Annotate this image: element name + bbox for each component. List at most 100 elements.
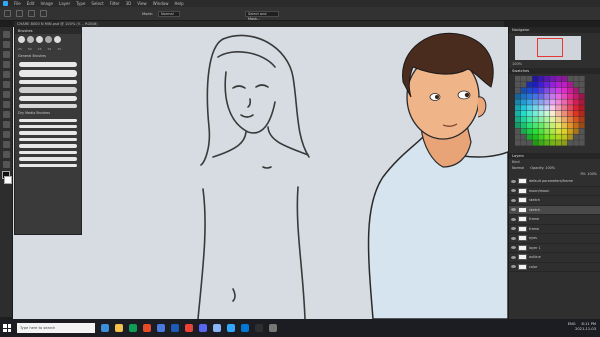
color-swatch-cell[interactable] [538,140,544,146]
color-swatch-cell[interactable] [532,116,538,123]
brush-stroke-preview[interactable] [19,125,77,128]
color-swatch-cell[interactable] [550,105,556,111]
color-swatch-cell[interactable] [515,122,521,129]
color-swatch-cell[interactable] [515,116,521,123]
color-swatch-cell[interactable] [555,128,562,134]
color-swatch-cell[interactable] [538,111,544,117]
color-swatch-cell[interactable] [567,93,573,99]
brush-preset[interactable] [54,36,61,43]
healing-tool-icon[interactable] [2,81,10,88]
color-swatch-cell[interactable] [532,93,538,99]
brush-stroke-preview[interactable] [19,80,77,84]
color-swatch-cell[interactable] [561,93,568,99]
color-swatch-cell[interactable] [515,134,521,140]
color-swatch-cell[interactable] [555,81,562,88]
home-icon[interactable] [4,10,11,17]
color-swatch-cell[interactable] [538,87,544,94]
color-swatch-cell[interactable] [550,134,556,140]
eye-icon[interactable] [511,227,516,231]
color-swatch-cell[interactable] [544,76,550,82]
brush-stroke-preview[interactable] [19,87,77,93]
opacity-field[interactable]: Opacity: 100% [530,166,555,170]
color-swatch-cell[interactable] [532,99,538,105]
eye-icon[interactable] [511,255,516,259]
new-selection-icon[interactable] [28,10,35,17]
color-swatch-cell[interactable] [550,99,556,105]
color-swatch-cell[interactable] [550,116,556,123]
color-swatch-cell[interactable] [550,122,556,129]
color-swatch-cell[interactable] [561,99,568,105]
menu-select[interactable]: Select [91,1,103,6]
color-swatch-cell[interactable] [579,81,585,88]
color-swatch-cell[interactable] [544,81,550,88]
stamp-tool-icon[interactable] [2,101,10,108]
brush-tool-icon[interactable] [2,91,10,98]
color-swatch-cell[interactable] [526,128,533,134]
eye-icon[interactable] [511,198,516,202]
color-swatch-cell[interactable] [538,93,544,99]
color-swatch-cell[interactable] [520,99,527,105]
color-swatch-cell[interactable] [567,76,573,82]
color-swatch-cell[interactable] [579,128,585,134]
color-swatch-cell[interactable] [561,87,568,94]
brush-stroke-preview[interactable] [19,164,77,167]
layer-row[interactable]: default parameters/frame [509,177,600,187]
color-swatch-cell[interactable] [573,105,579,111]
menu-view[interactable]: View [137,1,147,6]
color-swatch-cell[interactable] [520,93,527,99]
taskbar-app-icon[interactable] [157,324,165,332]
color-swatch-cell[interactable] [515,99,521,105]
zoom-tool-icon[interactable] [2,161,10,168]
color-swatch-cell[interactable] [520,87,527,94]
color-swatch-cell[interactable] [561,122,568,129]
color-swatch-cell[interactable] [532,81,538,88]
eye-icon[interactable] [511,189,516,193]
taskbar-app-icon[interactable] [101,324,109,332]
eye-icon[interactable] [511,179,516,183]
color-swatch-cell[interactable] [515,105,521,111]
taskbar-app-icon[interactable] [227,324,235,332]
color-swatch-cell[interactable] [526,140,533,146]
brush-preset[interactable] [36,36,43,43]
color-swatch-cell[interactable] [526,105,533,111]
brush-preset[interactable] [45,36,52,43]
taskbar-search-input[interactable]: Type here to search [17,323,95,333]
taskbar-app-icon[interactable] [115,324,123,332]
brush-stroke-preview[interactable] [19,138,77,141]
color-swatch-cell[interactable] [550,93,556,99]
color-swatch-cell[interactable] [567,116,573,123]
color-swatch-cell[interactable] [567,128,573,134]
color-swatch-cell[interactable] [573,122,579,129]
color-swatch-cell[interactable] [550,87,556,94]
layers-kind-filter[interactable]: Kind [512,160,519,164]
layer-row[interactable]: frame [509,225,600,234]
layer-row[interactable]: moon/moon [509,187,600,196]
color-swatch-cell[interactable] [555,76,562,82]
menu-edit[interactable]: Edit [27,1,35,6]
color-swatch-cell[interactable] [579,134,585,140]
color-swatch-cell[interactable] [515,128,521,134]
color-swatch-cell[interactable] [544,116,550,123]
color-swatch-cell[interactable] [573,116,579,123]
color-swatch-cell[interactable] [515,111,521,117]
brush-stroke-preview[interactable] [19,62,77,67]
brush-stroke-preview[interactable] [19,119,77,122]
color-swatch-cell[interactable] [567,105,573,111]
color-swatch-cell[interactable] [579,140,585,146]
layer-row[interactable]: eyes [509,234,600,244]
color-swatch-cell[interactable] [579,122,585,129]
taskbar-app-icon[interactable] [143,324,151,332]
color-swatch-cell[interactable] [532,140,538,146]
color-swatch-cell[interactable] [520,134,527,140]
color-swatch-cell[interactable] [550,111,556,117]
color-swatch-cell[interactable] [515,76,521,82]
mode-select[interactable]: Normal [158,10,181,17]
add-selection-icon[interactable] [40,10,47,17]
color-swatch-cell[interactable] [515,140,521,146]
gradient-tool-icon[interactable] [2,121,10,128]
color-swatch-cell[interactable] [573,87,579,94]
color-swatch-cell[interactable] [526,134,533,140]
taskbar-app-icon[interactable] [255,324,263,332]
layer-row[interactable]: color [509,263,600,272]
color-swatch-cell[interactable] [532,105,538,111]
